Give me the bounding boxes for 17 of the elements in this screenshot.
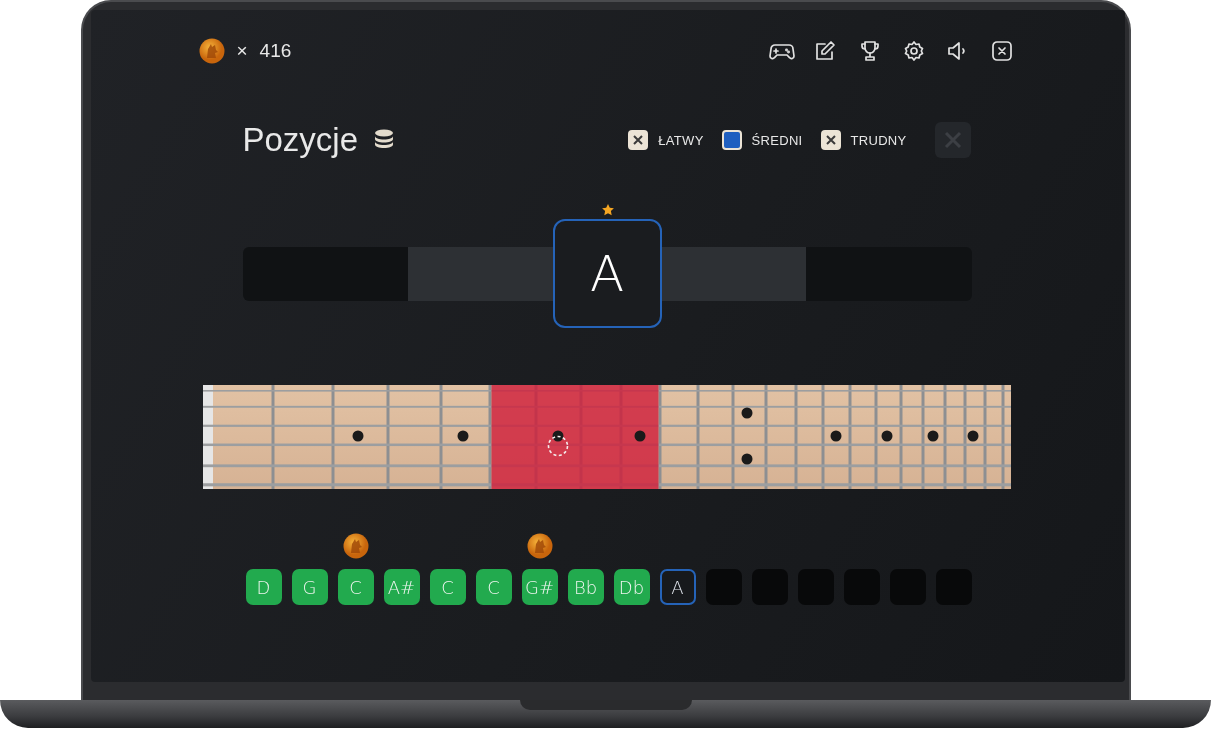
coin-count: 416 [259,40,292,62]
answer-tile: D [245,569,282,605]
current-note-card: A [552,219,662,328]
answer-tile: G [291,569,328,605]
answer-tile: A# [383,569,420,605]
answer-tile: G# [521,569,558,605]
multiplier-sign: × [236,40,248,62]
answer-tile: C [429,569,466,605]
difficulty-label: ŁATWY [658,132,704,148]
answer-tile: A [659,569,696,605]
answer-tile: Db [613,569,650,605]
answer-tile: C [475,569,512,605]
difficulty-label: ŚREDNI [751,132,803,148]
answer-tile: Bb [567,569,604,605]
page-title: Pozycje [242,121,359,159]
answer-tile: C [337,569,374,605]
difficulty-label: TRUDNY [850,132,907,148]
